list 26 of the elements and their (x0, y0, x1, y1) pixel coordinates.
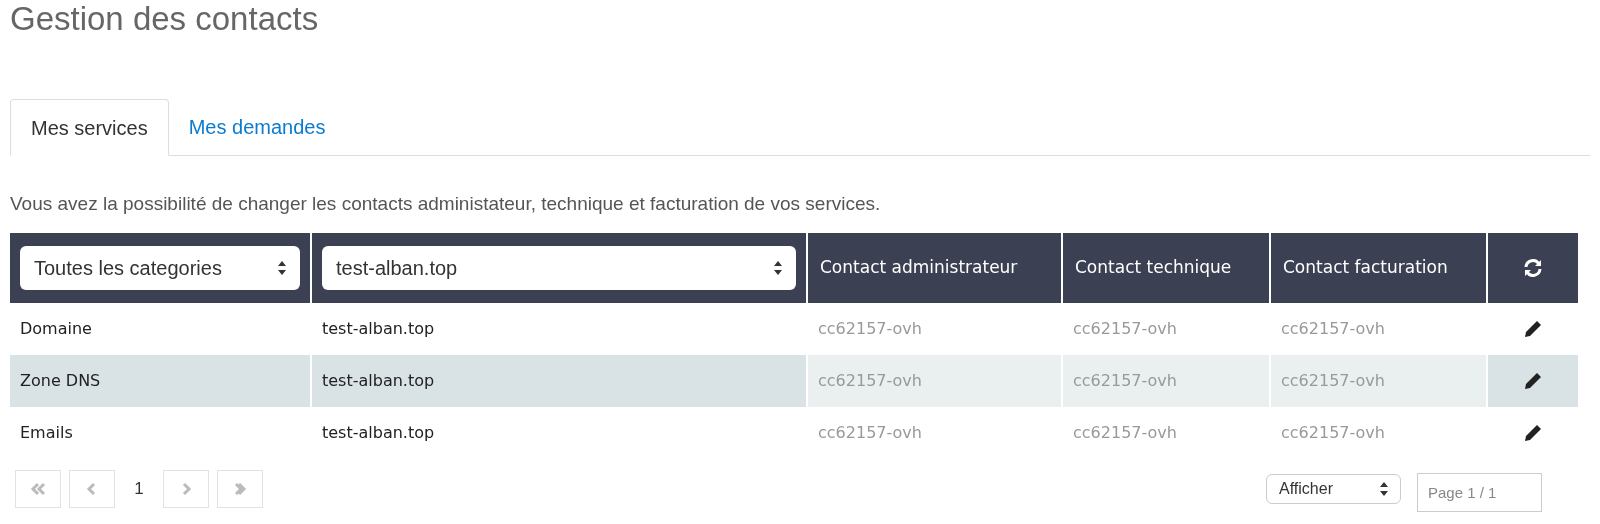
sort-arrows-icon (278, 261, 286, 275)
table-cell: cc62157-ovh (1063, 355, 1269, 407)
tab[interactable]: Mes demandes (168, 98, 346, 155)
table-cell: cc62157-ovh (808, 355, 1061, 407)
sort-arrows-icon (1380, 481, 1388, 496)
filter-select[interactable]: Toutes les categories (20, 246, 300, 290)
refresh-icon[interactable] (1523, 258, 1543, 278)
page-number[interactable]: 1 (123, 475, 155, 502)
page-size-select[interactable]: Afficher (1266, 473, 1401, 504)
page-input[interactable]: Page 1 / 1 (1417, 473, 1542, 512)
page-title: Gestion des contacts (10, 2, 320, 35)
column-header: Contact facturation (1271, 233, 1486, 303)
table-cell: test-alban.top (312, 355, 806, 407)
double-chevron-left-icon (29, 480, 47, 497)
column-header: Contact administrateur (808, 233, 1061, 303)
filter-select[interactable]: test-alban.top (322, 246, 796, 290)
sort-arrows-icon (774, 261, 782, 275)
tab[interactable]: Mes services (10, 99, 169, 156)
pencil-icon[interactable] (1523, 319, 1543, 339)
pencil-icon[interactable] (1523, 423, 1543, 443)
table-cell: cc62157-ovh (1271, 355, 1486, 407)
pencil-icon[interactable] (1523, 371, 1543, 391)
table-cell: Zone DNS (10, 355, 310, 407)
table-row[interactable]: Zone DNS test-alban.top cc62157-ovh cc62157-ovh cc62157-ovh (10, 355, 1578, 407)
column-header: Contact technique (1063, 233, 1269, 303)
description-text: Vous avez la possibilité de changer les contacts administateur, technique et facturation de vos services. (10, 194, 882, 213)
